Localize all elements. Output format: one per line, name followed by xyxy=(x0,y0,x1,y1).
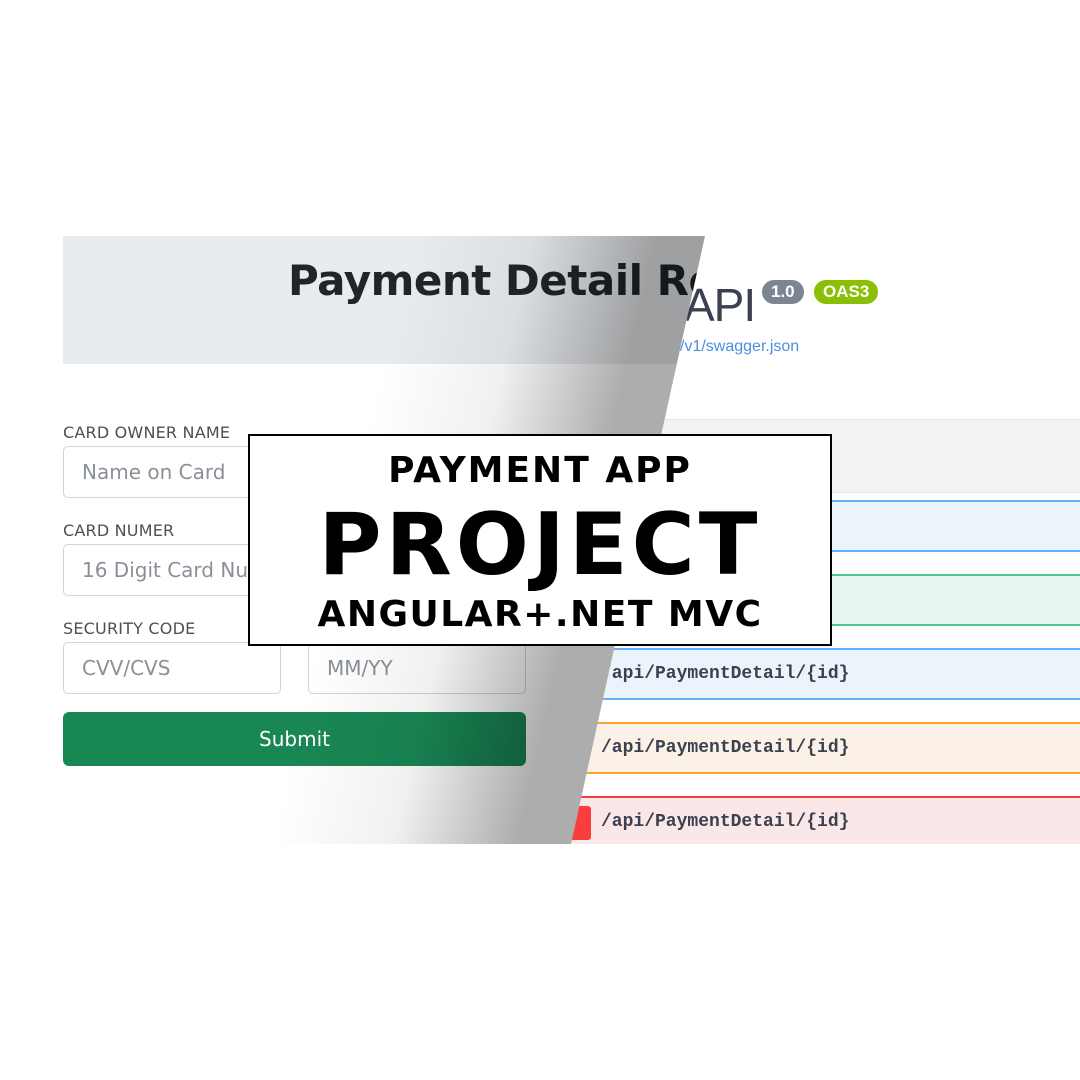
version-badge: 1.0 xyxy=(762,280,804,304)
title-line-1: PAYMENT APP xyxy=(388,450,692,491)
operation-path: /api/PaymentDetail/{id} xyxy=(601,738,850,758)
oas-badge: OAS3 xyxy=(814,280,879,304)
card-number-label: CARD NUMER xyxy=(63,521,175,540)
operation-get-by-id[interactable]: /api/PaymentDetail/{id} xyxy=(553,648,1080,700)
cvv-input[interactable] xyxy=(63,642,281,694)
submit-button[interactable]: Submit xyxy=(63,712,526,766)
security-code-label: SECURITY CODE xyxy=(63,619,196,638)
operation-path: /api/PaymentDetail/{id} xyxy=(601,664,850,684)
api-title: API xyxy=(684,279,756,331)
form-header: Payment Detail Reg xyxy=(63,236,747,364)
card-owner-label: CARD OWNER NAME xyxy=(63,423,231,442)
operation-path: /api/PaymentDetail/{id} xyxy=(601,812,850,832)
operation-put-by-id[interactable]: /api/PaymentDetail/{id} xyxy=(553,722,1080,774)
title-line-3: ANGULAR+.NET MVC xyxy=(317,594,763,635)
title-card: PAYMENT APP PROJECT ANGULAR+.NET MVC xyxy=(248,434,832,646)
operation-delete-by-id[interactable]: /api/PaymentDetail/{id} xyxy=(553,796,1080,844)
page-title: Payment Detail Reg xyxy=(288,256,747,305)
title-line-2: PROJECT xyxy=(318,495,762,595)
swagger-json-link[interactable]: /v1/swagger.json xyxy=(680,338,799,356)
expiry-input[interactable] xyxy=(308,642,526,694)
